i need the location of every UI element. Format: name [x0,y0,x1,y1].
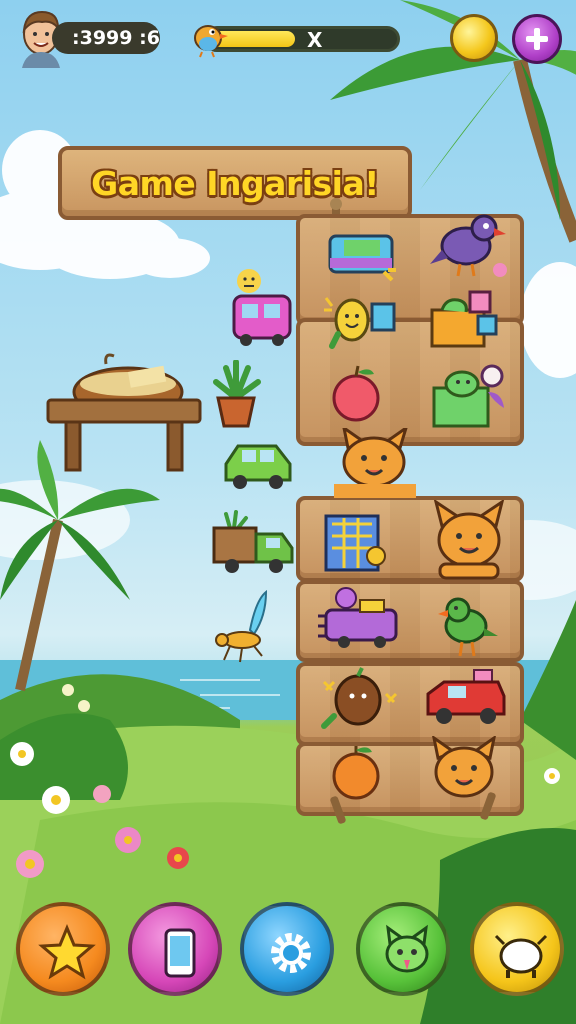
add-coins-button[interactable] [512,14,562,64]
cat-face-icon [385,924,429,973]
purple-toy-car-icon[interactable] [316,586,402,650]
coconut-creature-icon[interactable] [312,666,398,736]
wooden-table-with-bowl[interactable] [46,352,206,482]
toy-blocks-icon[interactable] [428,290,500,352]
potted-plant-icon[interactable] [208,360,264,430]
red-toy-truck-icon[interactable] [424,668,508,730]
phone-button[interactable] [128,902,222,996]
game-screen: :3999 :6 X Game Ingarisia! [0,0,576,1024]
green-block-creature-icon[interactable] [430,362,512,430]
orange-cat-icon[interactable] [426,500,512,582]
orange-cat-peek-icon[interactable] [334,428,416,498]
phone-card-icon [164,928,196,978]
pets-button[interactable] [356,902,450,996]
title-sign: Game Ingarisia! [58,146,412,220]
achievements-button[interactable] [16,902,110,996]
dragonfly-icon[interactable] [210,590,280,666]
score-counter: :3999 :6 [52,22,160,54]
plant-delivery-truck-icon[interactable] [212,510,296,576]
board-game-box-icon[interactable] [322,508,386,574]
purple-bird-icon[interactable] [428,206,510,282]
game-title: Game Ingarisia! [91,164,379,203]
lemon-creature-icon[interactable] [312,288,398,352]
apple-icon[interactable] [330,364,382,424]
coin-icon[interactable] [450,14,498,62]
progress-bar-label: X [307,28,323,52]
cow-icon [494,934,548,978]
plus-icon [526,28,548,50]
pink-camper-van-icon[interactable] [230,292,294,348]
green-bird-icon[interactable] [436,590,500,660]
settings-gear-icon [271,933,311,973]
orange-cat-icon[interactable] [424,736,504,808]
progress-bar: X [204,26,400,52]
star-icon [38,924,96,980]
bird-mascot-icon [194,25,228,58]
toy-camper-icon[interactable] [326,226,400,286]
settings-button[interactable] [240,902,334,996]
emoji-face-icon[interactable] [236,268,262,294]
orange-fruit-icon[interactable] [330,742,384,802]
farm-button[interactable] [470,902,564,996]
score-text: :3999 :6 [72,27,160,49]
green-van-icon[interactable] [222,440,294,492]
